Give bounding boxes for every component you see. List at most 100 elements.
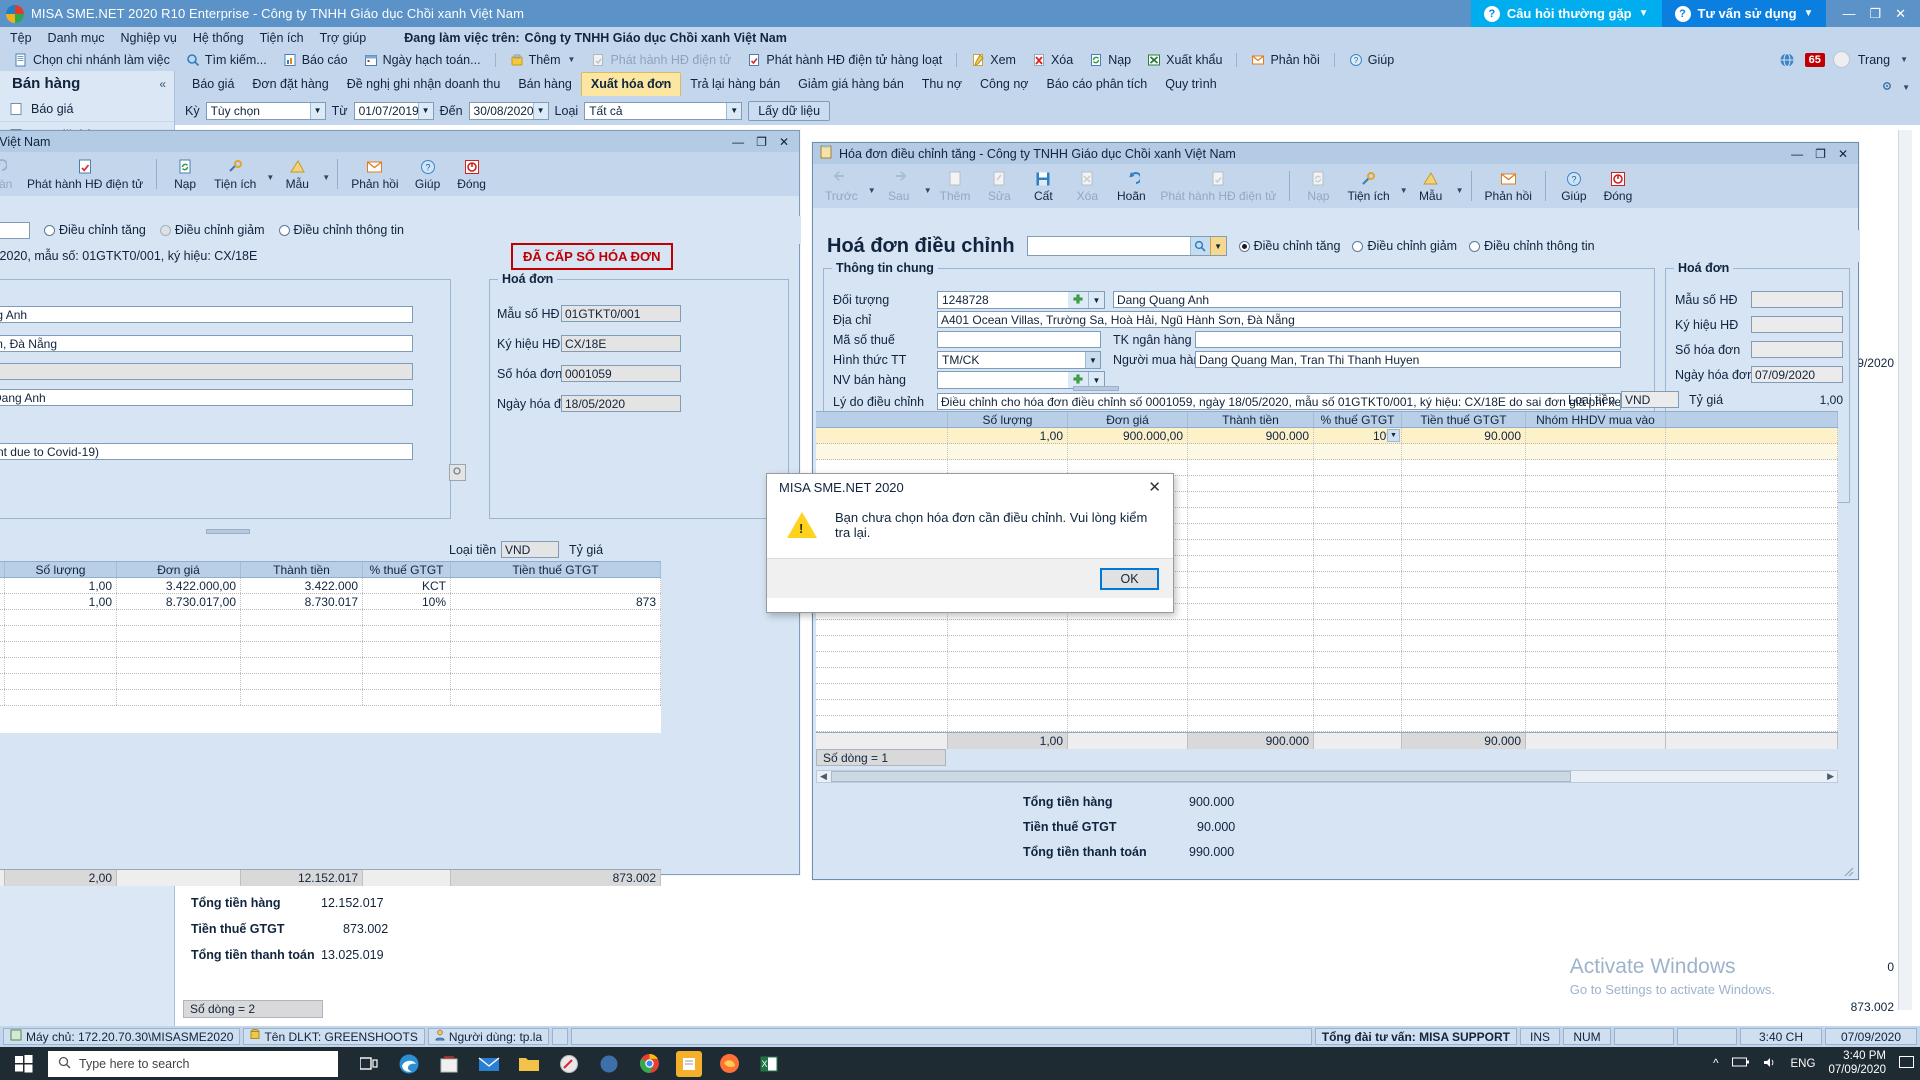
table-row-empty[interactable] [816,652,1838,668]
back-radio-tang[interactable]: Điều chỉnh tăng [44,223,146,237]
chevron-down-icon[interactable]: ▼ [1456,186,1464,195]
ok-button[interactable]: OK [1100,567,1159,590]
front-toolbar-close[interactable]: Đóng [1597,168,1639,205]
table-row-empty[interactable] [0,642,661,658]
front-toolbar-tools[interactable]: Tiện ích [1341,168,1395,205]
add-plus-icon[interactable] [1068,292,1088,308]
restore-button[interactable]: ❐ [1869,6,1881,22]
back-invoice-search-input[interactable]: ập số HĐ cần điều chỉnh [0,221,30,239]
edge-icon[interactable] [396,1051,422,1077]
front-grid-col-vatamt[interactable]: Tiền thuế GTGT [1402,412,1526,427]
mail-icon[interactable] [476,1051,502,1077]
toolbar-help[interactable]: ? Giúp [1343,52,1400,68]
back-toolbar-template[interactable]: Mẫu [276,156,318,193]
from-date-input[interactable]: 01/07/2019 ▼ [353,101,434,120]
front-radio-thongtin[interactable]: Điều chỉnh thông tin [1469,239,1595,253]
back-buyer-value[interactable]: Dang Anh [0,389,413,406]
toolbar-search[interactable]: Tìm kiếm... [180,52,273,68]
firefox-icon[interactable] [716,1051,742,1077]
restore-button[interactable]: ❐ [1815,147,1826,161]
sidebar-item-bao-gia[interactable]: Báo giá [0,96,174,122]
tab-bao-cao-phan-tich[interactable]: Báo cáo phân tích [1037,73,1156,96]
front-grid-col-blank[interactable] [816,412,948,427]
minimize-button[interactable]: — [732,135,744,149]
menu-item-nghiepvu[interactable]: Nghiệp vụ [121,31,177,45]
chevron-down-icon[interactable]: ▼ [1900,55,1908,64]
faq-button[interactable]: ? Câu hỏi thường gặp ▼ [1470,0,1662,27]
table-row[interactable]: n năm học 2019- Học kì 1,00 8.730.017,00… [0,594,661,610]
back-grid-col-amount[interactable]: Thành tiền [241,562,363,577]
chevron-down-icon[interactable]: ▼ [1088,292,1104,308]
window-invoice-back[interactable]: Giáo dục Chồi xanh Việt Nam — ❐ ✕ Hoàn P… [0,130,801,962]
back-toolbar-feedback[interactable]: Phản hồi [345,156,404,193]
table-row[interactable]: 1,00 900.000,00 900.000 10% ▼ 90.000 [816,428,1838,444]
front-toolbar-template[interactable]: Mẫu [1410,168,1452,205]
chevron-down-icon[interactable]: ▼ [1400,186,1408,195]
chevron-down-icon[interactable]: ▼ [1902,83,1910,92]
toolbar-report[interactable]: Báo cáo [277,52,354,68]
table-row-empty[interactable] [816,636,1838,652]
toolbar-publish-einvoice-batch[interactable]: Phát hành HĐ điện tử hàng loạt [741,52,948,68]
toolbar-refresh[interactable]: Nạp [1083,52,1137,68]
front-reason-value[interactable]: Điều chỉnh cho hóa đơn điều chỉnh số 000… [937,393,1621,410]
close-icon[interactable]: ✕ [1144,478,1165,496]
front-grid-col-extra[interactable] [1666,412,1838,427]
front-radio-tang[interactable]: Điều chỉnh tăng [1238,239,1340,253]
front-grid-col-qty[interactable]: Số lượng [948,412,1068,427]
store-icon[interactable] [436,1051,462,1077]
tab-tra-lai-hang-ban[interactable]: Trả lại hàng bán [681,73,789,96]
fetch-data-button[interactable]: Lấy dữ liệu [748,100,831,121]
excel-icon[interactable]: X [756,1051,782,1077]
back-splitter[interactable] [206,529,250,534]
table-row-empty[interactable] [0,658,661,674]
table-row[interactable]: 2019-2020 (Tuit Học kì 1,00 3.422.000,00… [0,578,661,594]
gear-icon[interactable] [1880,79,1894,96]
tab-don-dat-hang[interactable]: Đơn đặt hàng [243,73,337,96]
back-toolbar-refresh[interactable]: Nạp [164,156,206,193]
task-view-icon[interactable] [356,1051,382,1077]
front-taxcode-value[interactable] [937,331,1101,348]
chevron-down-icon[interactable]: ▼ [924,186,932,195]
table-row-empty[interactable] [816,668,1838,684]
back-grid-col-vatamt[interactable]: Tiền thuế GTGT [451,562,661,577]
tab-quy-trinh[interactable]: Quy trình [1156,73,1225,96]
tab-giam-gia-hang-ban[interactable]: Giảm giá hàng bán [789,73,913,96]
front-address-value[interactable]: A401 Ocean Villas, Trường Sa, Hoà Hải, N… [937,311,1621,328]
menu-item-danhmuc[interactable]: Danh mục [48,31,105,45]
chrome-icon[interactable] [636,1051,662,1077]
chevron-down-icon[interactable]: ▼ [868,186,876,195]
front-toolbar-save[interactable]: Cất [1022,168,1064,205]
scroll-left-icon[interactable]: ◀ [817,771,827,782]
notification-badge[interactable]: 65 [1804,52,1825,67]
toolbar-delete[interactable]: Xóa [1026,52,1079,68]
language-indicator[interactable]: ENG [1791,1058,1816,1070]
table-row-empty[interactable] [0,674,661,690]
minimize-button[interactable]: — [1791,147,1803,161]
minimize-button[interactable]: — [1842,6,1855,21]
toolbar-add[interactable]: Thêm ▼ [504,52,582,68]
close-button[interactable]: ✕ [779,135,789,149]
paint-icon[interactable] [556,1051,582,1077]
start-button[interactable] [0,1047,48,1080]
tab-de-nghi-ghi-nhan-doanh-thu[interactable]: Đề nghị ghi nhận doanh thu [338,73,510,96]
back-radio-giam[interactable]: Điều chỉnh giảm [159,223,265,237]
front-grid-col-group[interactable]: Nhóm HHDV mua vào [1526,412,1666,427]
table-row-empty[interactable] [816,620,1838,636]
tray-chevron-up-icon[interactable]: ^ [1713,1058,1718,1070]
taskbar-search[interactable]: Type here to search [48,1050,338,1077]
table-row-empty[interactable] [0,626,661,642]
back-toolbar-help[interactable]: ? Giúp [407,156,449,193]
menu-item-hethong[interactable]: Hệ thống [193,31,244,45]
tab-xuat-hoa-don[interactable]: Xuất hóa đơn [580,72,682,96]
chevron-down-icon[interactable]: ▼ [1085,352,1100,368]
advice-button[interactable]: ? Tư vấn sử dụng ▼ [1661,0,1827,27]
scroll-thumb[interactable] [830,771,1571,782]
table-row-empty[interactable] [816,716,1838,732]
folder-icon[interactable] [516,1051,542,1077]
cell-vatpct[interactable]: 10% ▼ [1314,428,1402,443]
search-icon[interactable] [1189,237,1210,255]
back-grid-col-price[interactable]: Đơn giá [117,562,241,577]
type-select[interactable]: Tất cả ▼ [584,101,743,120]
table-row-empty[interactable] [816,684,1838,700]
toolbar-export[interactable]: Xuất khẩu [1141,52,1228,68]
